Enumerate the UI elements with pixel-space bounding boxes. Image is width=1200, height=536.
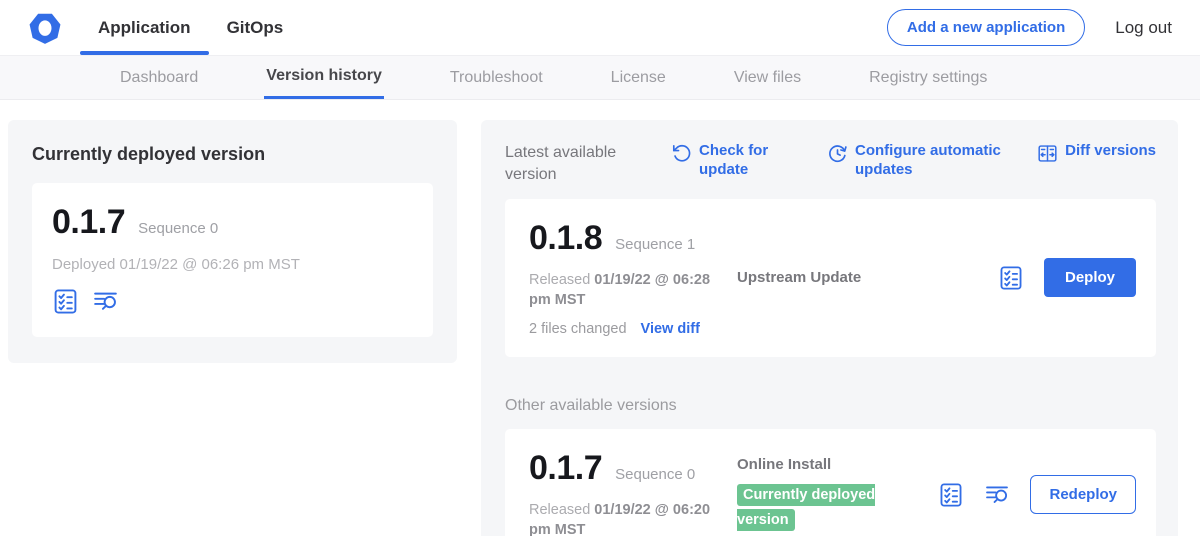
subnav-license[interactable]: License [609, 56, 668, 99]
other-versions-heading: Other available versions [505, 397, 1156, 415]
redeploy-button[interactable]: Redeploy [1030, 475, 1136, 514]
other-version-source: Online Install [737, 456, 938, 473]
header-right: Add a new application Log out [887, 0, 1200, 55]
subnav-registry-settings[interactable]: Registry settings [867, 56, 989, 99]
currently-deployed-badge: Currently deployed version [737, 484, 875, 531]
view-deploy-logs-icon[interactable] [92, 288, 119, 315]
logout-button[interactable]: Log out [1115, 18, 1172, 38]
subnav-troubleshoot[interactable]: Troubleshoot [448, 56, 545, 99]
latest-release-timestamp: Released 01/19/22 @ 06:28 pm MST [529, 270, 719, 311]
deploy-button[interactable]: Deploy [1044, 258, 1136, 297]
subnav-version-history[interactable]: Version history [264, 56, 384, 99]
kots-logo[interactable] [26, 0, 64, 55]
diff-versions-icon [1037, 143, 1058, 164]
diff-versions-link[interactable]: Diff versions [1037, 142, 1156, 164]
other-version-number: 0.1.7 [529, 449, 602, 488]
deployed-version-number: 0.1.7 [52, 203, 125, 242]
automatic-updates-icon [827, 143, 848, 164]
other-version-card: 0.1.7 Sequence 0 Released 01/19/22 @ 06:… [505, 429, 1156, 536]
preflight-checks-icon[interactable] [998, 265, 1024, 291]
check-for-update-icon [671, 143, 692, 164]
deployed-panel-title: Currently deployed version [32, 144, 433, 165]
tab-application[interactable]: Application [80, 0, 209, 55]
tab-gitops[interactable]: GitOps [209, 0, 302, 55]
deployed-timestamp: Deployed 01/19/22 @ 06:26 pm MST [52, 256, 409, 273]
files-changed-label: 2 files changed [529, 321, 627, 337]
subnav-dashboard[interactable]: Dashboard [118, 56, 200, 99]
latest-sequence: Sequence 1 [615, 236, 695, 253]
other-sequence: Sequence 0 [615, 466, 695, 483]
available-versions-panel: Latest available version Check for updat… [481, 120, 1178, 536]
preflight-checks-icon[interactable] [938, 482, 964, 508]
latest-version-source: Upstream Update [737, 269, 998, 286]
subnav-view-files[interactable]: View files [732, 56, 803, 99]
app-subnav: Dashboard Version history Troubleshoot L… [0, 56, 1200, 100]
latest-version-number: 0.1.8 [529, 219, 602, 258]
configure-automatic-updates-link[interactable]: Configure automatic updates [827, 142, 1005, 180]
view-diff-link[interactable]: View diff [641, 321, 700, 337]
app-header: Application GitOps Add a new application… [0, 0, 1200, 56]
latest-version-card: 0.1.8 Sequence 1 Released 01/19/22 @ 06:… [505, 199, 1156, 357]
check-for-update-link[interactable]: Check for update [671, 142, 773, 180]
currently-deployed-panel: Currently deployed version 0.1.7 Sequenc… [8, 120, 457, 363]
deployed-sequence: Sequence 0 [138, 220, 218, 237]
add-application-button[interactable]: Add a new application [887, 9, 1085, 46]
deployed-version-card: 0.1.7 Sequence 0 Deployed 01/19/22 @ 06:… [32, 183, 433, 337]
other-release-timestamp: Released 01/19/22 @ 06:20 pm MST [529, 500, 719, 536]
latest-available-title: Latest available version [505, 142, 631, 185]
view-deploy-logs-icon[interactable] [984, 482, 1010, 508]
preflight-checks-icon[interactable] [52, 288, 79, 315]
